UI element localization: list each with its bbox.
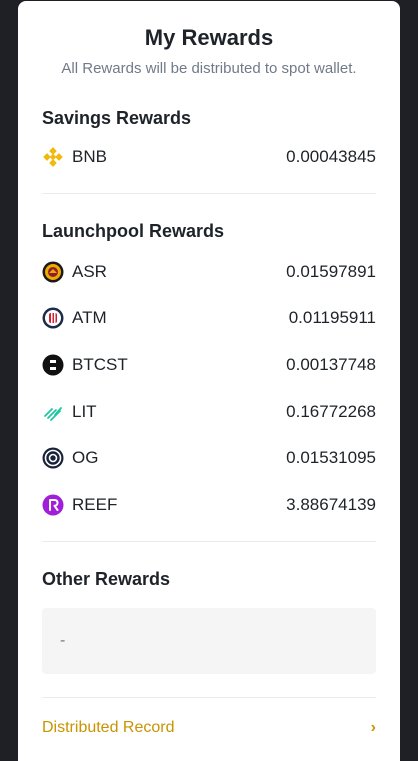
lit-icon xyxy=(42,401,64,423)
asr-icon xyxy=(42,261,64,283)
coin-name: REEF xyxy=(72,494,118,514)
reward-row-asr: ASR 0.01597891 xyxy=(42,249,376,296)
reward-row-lit: LIT 0.16772268 xyxy=(42,388,376,435)
distributed-record-label: Distributed Record xyxy=(42,719,175,737)
coin-name: LIT xyxy=(72,401,97,421)
reward-amount: 0.00043845 xyxy=(286,147,376,167)
reward-amount: 0.16772268 xyxy=(286,401,376,421)
chevron-right-icon: › xyxy=(370,719,376,737)
reward-amount: 0.00137748 xyxy=(286,355,376,375)
reward-amount: 3.88674139 xyxy=(286,494,376,514)
coin-name: BTCST xyxy=(72,355,128,375)
reef-icon xyxy=(42,494,64,516)
reward-row-btcst: BTCST 0.00137748 xyxy=(42,342,376,389)
page-subtitle: All Rewards will be distributed to spot … xyxy=(61,60,357,77)
reward-row-reef: REEF 3.88674139 xyxy=(42,482,376,529)
reward-row-og: OG 0.01531095 xyxy=(42,435,376,482)
coin-name: ATM xyxy=(72,308,107,328)
reward-amount: 0.01195911 xyxy=(288,308,376,328)
reward-row-atm: ATM 0.01195911 xyxy=(42,295,376,342)
empty-placeholder: - xyxy=(60,632,66,650)
coin-name: ASR xyxy=(72,261,107,281)
reward-amount: 0.01597891 xyxy=(286,261,376,281)
page-title: My Rewards xyxy=(144,25,274,50)
launchpool-rewards-title: Launchpool Rewards xyxy=(42,220,225,241)
atm-icon xyxy=(42,307,64,329)
other-rewards-title: Other Rewards xyxy=(42,569,171,590)
bnb-icon xyxy=(42,146,64,168)
reward-row-bnb: BNB 0.00043845 xyxy=(42,134,376,181)
btcst-icon xyxy=(42,354,64,376)
savings-rewards-title: Savings Rewards xyxy=(42,108,192,128)
other-rewards-empty: - xyxy=(42,608,376,675)
distributed-record-link[interactable]: Distributed Record › xyxy=(42,698,376,758)
coin-name: BNB xyxy=(72,147,107,167)
og-icon xyxy=(42,447,64,469)
rewards-card: My Rewards All Rewards will be distribut… xyxy=(18,1,400,761)
reward-amount: 0.01531095 xyxy=(286,448,376,468)
coin-name: OG xyxy=(72,448,99,468)
